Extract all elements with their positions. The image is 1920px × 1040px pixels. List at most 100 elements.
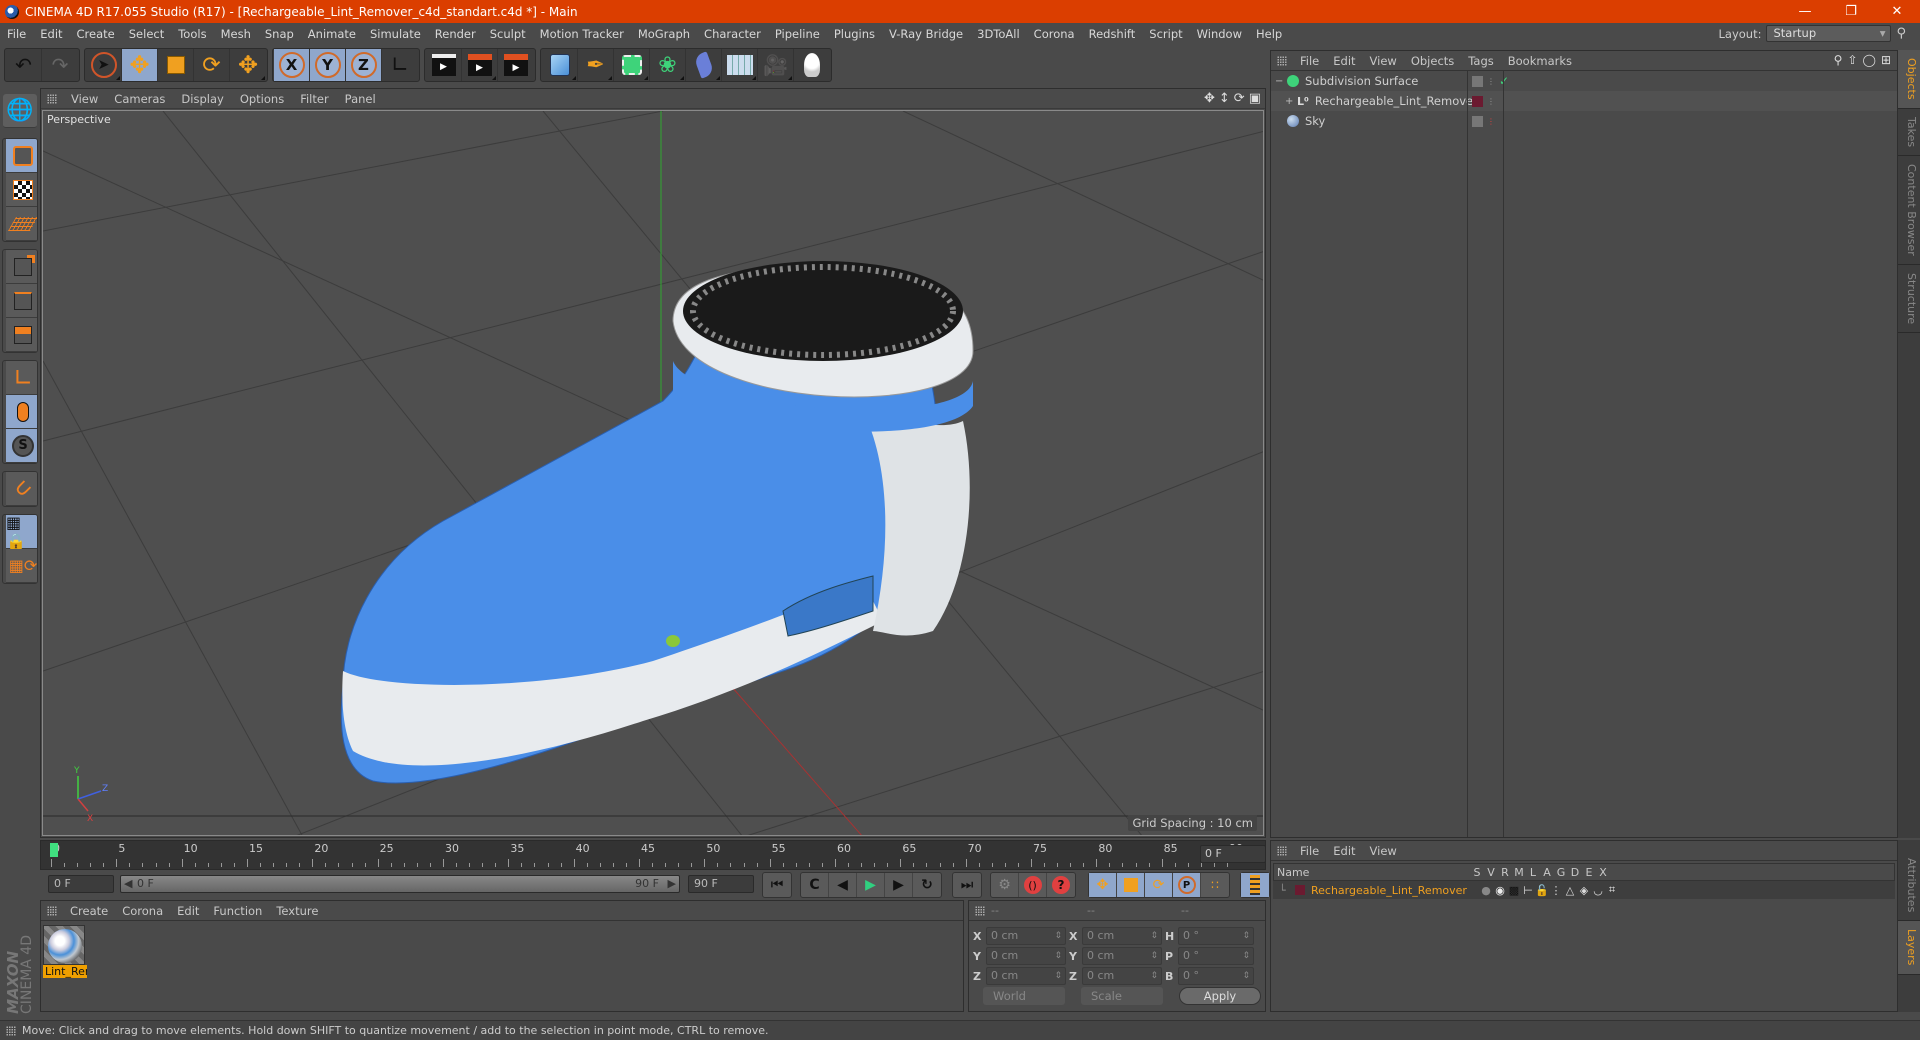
grip-icon[interactable] [1277, 55, 1287, 66]
menu-create[interactable]: Create [70, 27, 122, 41]
rot-b-field[interactable]: 0 ° [1178, 967, 1254, 985]
prev-key-button[interactable]: C [801, 873, 829, 897]
coordinate-space-dropdown[interactable]: World [983, 987, 1065, 1005]
rot-h-field[interactable]: 0 ° [1178, 927, 1254, 945]
materials-menu-function[interactable]: Function [206, 904, 269, 918]
menu-select[interactable]: Select [122, 27, 171, 41]
undo-button[interactable]: ↶ [6, 49, 42, 81]
object-row-subdivision-surface[interactable]: − Subdivision Surface ⋮ ✓ [1271, 71, 1897, 91]
coordinate-system-button[interactable]: ∟ [382, 49, 418, 81]
editor-visibility-icon[interactable] [1472, 75, 1483, 87]
object-name[interactable]: Rechargeable_Lint_Remover [1315, 94, 1478, 108]
model-mode-button[interactable] [6, 139, 37, 173]
next-key-button[interactable]: ↻ [913, 873, 941, 897]
layers-menu-file[interactable]: File [1293, 844, 1326, 858]
pos-z-field[interactable]: 0 cm [986, 967, 1066, 985]
menu-edit[interactable]: Edit [33, 27, 69, 41]
size-y-field[interactable]: 0 cm [1082, 947, 1162, 965]
restore-button[interactable]: ❐ [1828, 0, 1874, 23]
timeline-window-button[interactable] [1241, 873, 1269, 897]
unlock-icon[interactable]: 🔓 [1535, 884, 1549, 897]
camera-label[interactable]: Perspective [45, 113, 113, 126]
pan-icon[interactable]: ✥ [1204, 91, 1215, 106]
tab-content-browser[interactable]: Content Browser [1898, 156, 1920, 265]
viewport-menu-display[interactable]: Display [173, 92, 231, 106]
objects-menu-file[interactable]: File [1293, 54, 1326, 68]
edges-mode-button[interactable] [6, 284, 37, 318]
render-picture-viewer-button[interactable]: ▶ [462, 49, 498, 81]
menu-pipeline[interactable]: Pipeline [768, 27, 827, 41]
menu-render[interactable]: Render [428, 27, 483, 41]
column-render[interactable]: R [1498, 866, 1512, 879]
tweak-mode-button[interactable] [6, 395, 37, 429]
menu-plugins[interactable]: Plugins [827, 27, 882, 41]
layer-name[interactable]: Rechargeable_Lint_Remover [1311, 884, 1479, 897]
key-parameter-button[interactable]: P [1173, 873, 1201, 897]
locked-workplane-button[interactable]: ▦🔒 [6, 515, 37, 551]
menu-sculpt[interactable]: Sculpt [483, 27, 533, 41]
expand-toggle[interactable]: + [1285, 96, 1293, 107]
object-row-lint-remover[interactable]: + L⁰ Rechargeable_Lint_Remover ⋮ [1271, 91, 1897, 111]
apply-button[interactable]: Apply [1179, 987, 1261, 1005]
key-scale-button[interactable] [1117, 873, 1145, 897]
column-name[interactable]: Name [1274, 866, 1470, 879]
key-pla-button[interactable]: ∷ [1201, 873, 1229, 897]
workplane-align-button[interactable]: ▦⟳ [6, 549, 37, 583]
minimize-button[interactable]: — [1782, 0, 1828, 23]
menu-animate[interactable]: Animate [301, 27, 363, 41]
object-name[interactable]: Subdivision Surface [1305, 74, 1418, 88]
prev-frame-button[interactable]: ◀ [829, 873, 857, 897]
menu-redshift[interactable]: Redshift [1082, 27, 1143, 41]
menu-file[interactable]: File [0, 27, 33, 41]
redo-button[interactable]: ↷ [42, 49, 78, 81]
animation-icon[interactable]: ⋮ [1549, 884, 1563, 897]
menu-snap[interactable]: Snap [258, 27, 301, 41]
points-mode-button[interactable] [6, 250, 37, 284]
column-solo[interactable]: S [1470, 866, 1484, 879]
menu-3dtoall[interactable]: 3DToAll [970, 27, 1027, 41]
eye-icon[interactable]: ◉ [1493, 884, 1507, 897]
column-generators[interactable]: G [1554, 866, 1568, 879]
y-axis-lock-button[interactable]: Y [310, 49, 346, 81]
next-frame-button[interactable]: ▶ [885, 873, 913, 897]
menu-script[interactable]: Script [1142, 27, 1189, 41]
goto-start-button[interactable]: ⏮ [763, 873, 791, 897]
goto-end-button[interactable]: ⏭ [953, 873, 981, 897]
current-frame-field[interactable]: 0 F [1200, 845, 1266, 863]
playhead[interactable] [50, 843, 58, 857]
render-view-button[interactable]: ▶ [426, 49, 462, 81]
cube-button[interactable] [542, 49, 578, 81]
materials-menu-texture[interactable]: Texture [269, 904, 325, 918]
render-off-dot-icon[interactable]: ⋮ [1487, 117, 1495, 126]
hierarchy-icon[interactable]: ⊢ [1521, 884, 1535, 897]
objects-menu-edit[interactable]: Edit [1326, 54, 1362, 68]
menu-mesh[interactable]: Mesh [214, 27, 258, 41]
pen-button[interactable]: ✒ [578, 49, 614, 81]
layer-row[interactable]: └ Rechargeable_Lint_Remover ● ◉ ▩ ⊢ 🔓 ⋮ … [1273, 881, 1895, 899]
recent-tool-button[interactable]: ✥ [230, 49, 266, 81]
range-right-arrow-icon[interactable]: ▶ [668, 876, 676, 892]
render-dot-icon[interactable]: ⋮ [1487, 77, 1495, 86]
floor-button[interactable] [722, 49, 758, 81]
column-manager[interactable]: M [1512, 866, 1526, 879]
expression-icon[interactable]: ◡ [1591, 884, 1605, 897]
layout-dropdown[interactable]: Startup [1766, 25, 1892, 42]
tab-attributes[interactable]: Attributes [1898, 850, 1920, 922]
search-icon[interactable]: ⚲ [1834, 53, 1843, 67]
link-icon[interactable]: ◯ [1863, 53, 1876, 67]
layer-color-swatch[interactable] [1295, 885, 1305, 895]
editor-visibility-icon[interactable] [1472, 115, 1483, 127]
column-visible[interactable]: V [1484, 866, 1498, 879]
workplane-mode-button[interactable] [6, 207, 37, 241]
objects-menu-objects[interactable]: Objects [1404, 54, 1461, 68]
menu-tools[interactable]: Tools [171, 27, 213, 41]
record-button[interactable]: () [1019, 873, 1047, 897]
objects-menu-view[interactable]: View [1363, 54, 1404, 68]
viewport-menu-filter[interactable]: Filter [292, 92, 336, 106]
coordinate-mode-dropdown[interactable]: Scale [1081, 987, 1163, 1005]
subdivision-surface-button[interactable] [614, 49, 650, 81]
deformer-icon[interactable]: ◈ [1577, 884, 1591, 897]
menu-motion-tracker[interactable]: Motion Tracker [533, 27, 631, 41]
xref-icon[interactable]: ⌗ [1605, 883, 1619, 897]
solo-button[interactable]: S [6, 429, 37, 463]
